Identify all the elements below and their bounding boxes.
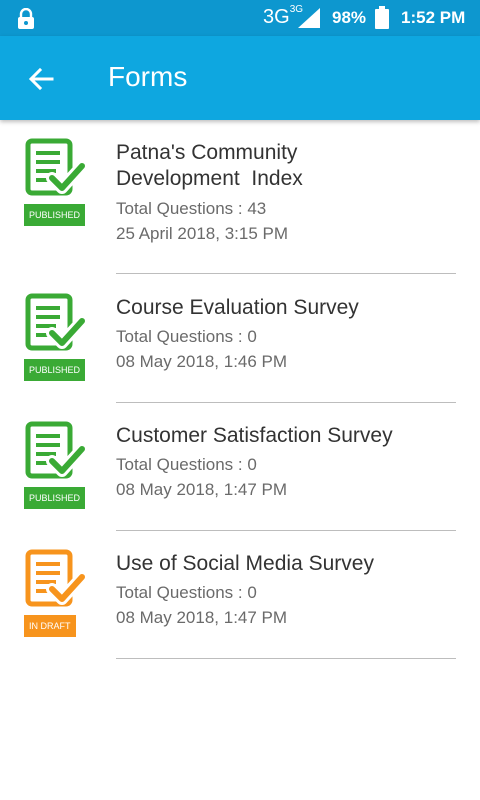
form-document-check-icon [24,138,88,198]
form-item-patna-community-index[interactable]: PUBLISHED Patna's Community Development … [0,120,480,275]
status-badge: PUBLISHED [24,359,86,381]
form-title-line: Development Index [116,167,303,190]
total-questions: Total Questions : 0 [116,327,257,346]
total-questions: Total Questions : 43 [116,199,267,218]
signal-icon [298,8,320,33]
status-badge: PUBLISHED [24,487,86,509]
form-date: 25 April 2018, 3:15 PM [116,224,289,243]
form-date: 08 May 2018, 1:47 PM [116,608,288,627]
form-document-check-icon [24,421,88,481]
battery-percent: 98% [332,8,367,27]
status-badge: PUBLISHED [24,204,86,226]
form-title: Use of Social Media Survey [116,552,374,575]
form-item-course-evaluation[interactable]: PUBLISHED Course Evaluation Survey Total… [0,275,480,403]
battery-icon [374,6,390,35]
total-questions: Total Questions : 0 [116,583,257,602]
back-arrow-icon[interactable] [26,64,56,94]
total-questions: Total Questions : 0 [116,455,257,474]
form-item-social-media-survey[interactable]: IN DRAFT Use of Social Media Survey Tota… [0,531,480,659]
divider [116,273,456,274]
form-date: 08 May 2018, 1:47 PM [116,480,288,499]
clock: 1:52 PM [401,8,466,27]
form-title-line: Patna's Community [116,141,298,164]
divider [116,658,456,659]
lock-icon [16,7,36,35]
form-title: Patna's Community Development Index [116,140,456,192]
form-document-check-icon [24,293,88,353]
form-document-check-icon [24,549,88,609]
app-bar: Forms [0,36,480,120]
status-badge: IN DRAFT [24,615,76,637]
form-date: 08 May 2018, 1:46 PM [116,352,288,371]
form-item-customer-satisfaction[interactable]: PUBLISHED Customer Satisfaction Survey T… [0,403,480,531]
page-title: Forms [108,61,188,92]
form-title: Course Evaluation Survey [116,296,359,319]
status-bar: 3G3G 98% 1:52 PM [0,0,480,36]
form-title: Customer Satisfaction Survey [116,424,393,447]
